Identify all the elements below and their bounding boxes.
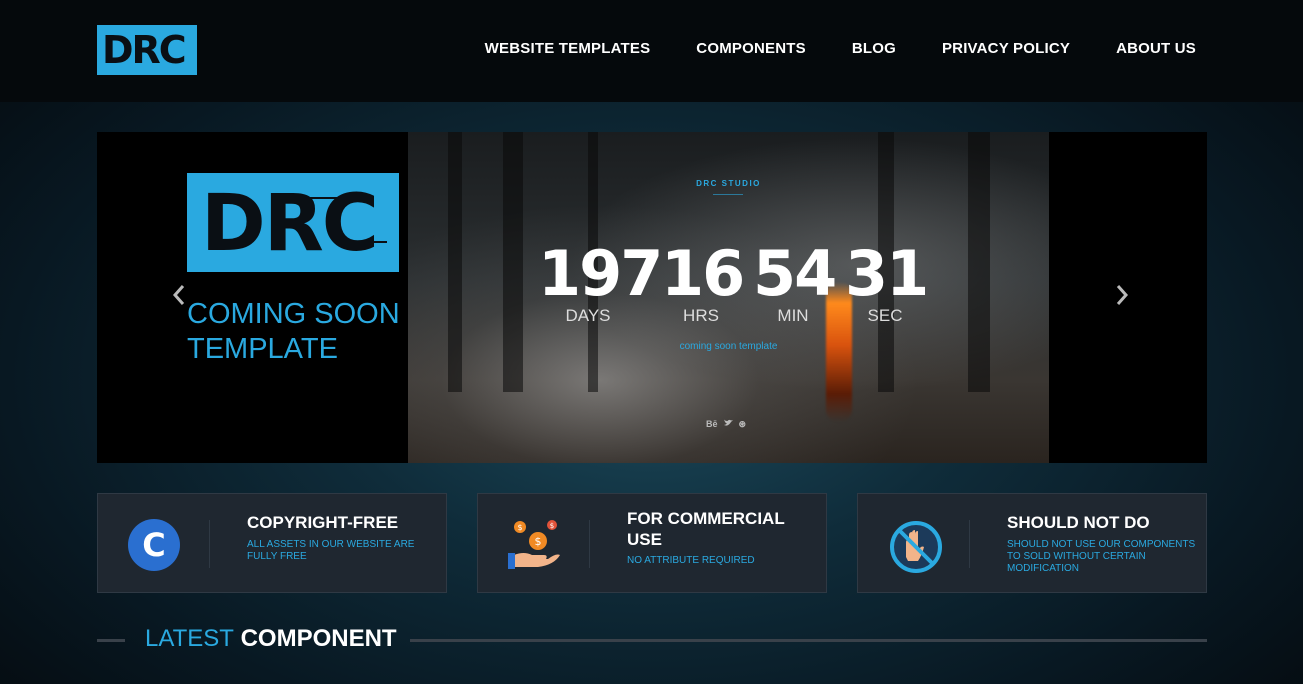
no-hand-icon — [888, 519, 942, 573]
template-preview-image[interactable]: DRC STUDIO 197 DAYS 16 HRS 54 MIN 31 SEC… — [408, 132, 1049, 463]
hand-coins-icon: $ $ $ — [508, 519, 560, 571]
svg-text:$: $ — [550, 522, 554, 530]
card-divider — [209, 520, 210, 568]
card-desc: ALL ASSETS IN OUR WEBSITE ARE FULLY FREE — [247, 539, 415, 562]
slide-title[interactable]: COMING SOON TEMPLATE — [187, 297, 407, 367]
card-title: COPYRIGHT-FREE — [247, 513, 399, 532]
svg-text:$: $ — [535, 535, 542, 548]
preview-subtitle: coming soon template — [679, 341, 778, 352]
heading-rest: COMPONENT — [240, 625, 397, 652]
card-desc: SHOULD NOT USE OUR COMPONENTS TO SOLD WI… — [1007, 539, 1196, 574]
behance-icon: Bē — [706, 419, 718, 429]
studio-underline — [713, 194, 743, 195]
feature-card-should-not: SHOULD NOT DO SHOULD NOT USE OUR COMPONE… — [857, 493, 1207, 593]
nav-privacy-policy[interactable]: PRIVACY POLICY — [942, 40, 1070, 57]
twitter-icon — [723, 419, 733, 430]
logo-deco-line — [307, 197, 347, 199]
feature-card-commercial: $ $ $ FOR COMMERCIAL USE NO ATTRIBUTE RE… — [477, 493, 827, 593]
top-navbar: DRC WEBSITE TEMPLATES COMPONENTS BLOG PR… — [0, 0, 1303, 102]
site-logo[interactable]: DRC — [97, 25, 197, 75]
tree-silhouette — [503, 132, 523, 392]
social-icons: Bē ⊛ — [706, 419, 746, 430]
logo-text: DRC — [102, 28, 187, 72]
nav-blog[interactable]: BLOG — [852, 40, 896, 57]
latest-component-section: LATEST COMPONENT — [97, 624, 1207, 654]
section-heading: LATEST COMPONENT — [145, 624, 397, 654]
slide-logo: DRC — [187, 173, 399, 272]
card-title: FOR COMMERCIAL USE — [627, 509, 785, 549]
countdown-value: 31 — [845, 237, 929, 310]
copyright-c-icon: C — [128, 519, 180, 571]
nav-components[interactable]: COMPONENTS — [696, 40, 806, 57]
card-divider — [589, 520, 590, 568]
countdown-days: 197 DAYS — [538, 237, 663, 326]
countdown-seconds: 31 SEC — [845, 237, 929, 326]
svg-text:$: $ — [517, 523, 522, 532]
studio-label: DRC STUDIO — [696, 179, 761, 188]
card-title: SHOULD NOT DO — [1007, 513, 1150, 532]
heading-rule-left — [97, 639, 125, 642]
tree-silhouette — [448, 132, 462, 392]
heading-rule-right — [410, 639, 1207, 642]
card-desc: NO ATTRIBUTE REQUIRED — [627, 555, 755, 566]
chevron-right-icon[interactable] — [1114, 284, 1134, 308]
feature-card-copyright: C COPYRIGHT-FREE ALL ASSETS IN OUR WEBSI… — [97, 493, 447, 593]
countdown-minutes: 54 MIN — [753, 237, 837, 326]
tree-silhouette — [968, 132, 990, 392]
countdown-value: 16 — [661, 237, 745, 310]
slide-logo-text: DRC — [201, 179, 379, 269]
dribbble-icon: ⊛ — [738, 419, 747, 429]
nav-about-us[interactable]: ABOUT US — [1116, 40, 1196, 57]
countdown-value: 197 — [538, 237, 663, 310]
main-nav: WEBSITE TEMPLATES COMPONENTS BLOG PRIVAC… — [485, 40, 1196, 57]
nav-website-templates[interactable]: WEBSITE TEMPLATES — [485, 40, 651, 57]
chevron-left-icon[interactable] — [171, 284, 191, 308]
countdown-value: 54 — [753, 237, 837, 310]
logo-deco-line — [337, 241, 387, 243]
heading-accent: LATEST — [145, 625, 234, 652]
countdown-hours: 16 HRS — [661, 237, 745, 326]
hero-carousel: DRC COMING SOON TEMPLATE DRC STUDIO 197 … — [97, 132, 1207, 463]
card-divider — [969, 520, 970, 568]
